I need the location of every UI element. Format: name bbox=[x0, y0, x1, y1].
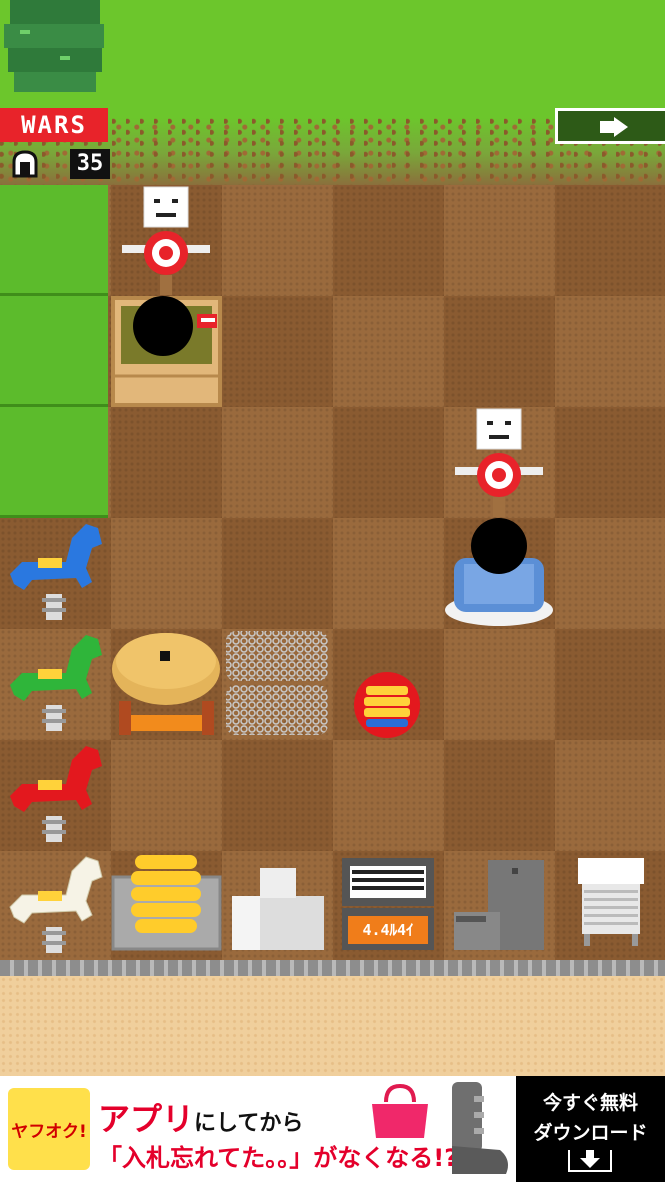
handbag-icon bbox=[372, 1083, 428, 1138]
board-cell[interactable] bbox=[333, 407, 444, 518]
board-cell[interactable] bbox=[555, 518, 665, 629]
stone-rail bbox=[0, 960, 665, 976]
board-cell[interactable] bbox=[222, 185, 333, 296]
target-dummy[interactable] bbox=[116, 185, 216, 295]
ad-logo[interactable]: ヤフオク! bbox=[8, 1088, 90, 1170]
green-side-cell bbox=[0, 185, 108, 296]
board-cell[interactable] bbox=[444, 185, 555, 296]
cta-line1: 今すぐ無料 bbox=[542, 1092, 638, 1114]
chain-net[interactable] bbox=[224, 629, 330, 737]
coin-stack[interactable] bbox=[352, 670, 422, 740]
white-spring-horse[interactable] bbox=[2, 851, 108, 957]
board-cell[interactable] bbox=[111, 407, 222, 518]
board-cell[interactable] bbox=[555, 407, 665, 518]
seated-person-back[interactable] bbox=[444, 514, 555, 628]
board-cell[interactable] bbox=[333, 296, 444, 407]
ad-headline-small: にしてから bbox=[194, 1111, 304, 1136]
board-cell[interactable] bbox=[333, 740, 444, 851]
board-cell[interactable] bbox=[333, 518, 444, 629]
grey-desk[interactable] bbox=[452, 858, 548, 954]
blue-spring-horse[interactable] bbox=[2, 518, 108, 624]
white-stairs[interactable] bbox=[230, 866, 326, 952]
board-cell[interactable] bbox=[111, 518, 222, 629]
board-cell[interactable] bbox=[555, 185, 665, 296]
board-cell[interactable] bbox=[555, 296, 665, 407]
board-cell[interactable] bbox=[111, 740, 222, 851]
board-cell[interactable] bbox=[333, 185, 444, 296]
board-cell[interactable] bbox=[222, 740, 333, 851]
board-cell[interactable] bbox=[222, 407, 333, 518]
green-spring-horse[interactable] bbox=[2, 629, 108, 735]
board-cell[interactable] bbox=[222, 518, 333, 629]
white-shutter-stand[interactable] bbox=[576, 856, 646, 948]
register-machine[interactable]: 4.4ﾙ4ｲ bbox=[340, 856, 436, 952]
green-side-cell bbox=[0, 296, 108, 407]
boot-icon bbox=[452, 1082, 508, 1174]
exit-button[interactable] bbox=[555, 108, 665, 144]
board-cell[interactable] bbox=[555, 740, 665, 851]
target-dummy[interactable] bbox=[449, 407, 549, 517]
mode-badge: WARS bbox=[0, 108, 108, 142]
board-cell[interactable] bbox=[444, 296, 555, 407]
ad-subline: 「入札忘れてた。。」がなくなる!? bbox=[98, 1144, 459, 1172]
board-cell[interactable] bbox=[444, 740, 555, 851]
sand-ground bbox=[0, 976, 665, 1076]
stone-count: 35 bbox=[70, 149, 110, 179]
tree-icon bbox=[0, 0, 108, 105]
coin-stack-on-box[interactable] bbox=[111, 851, 222, 952]
crate-with-black-blob[interactable] bbox=[111, 296, 222, 407]
board-cell[interactable] bbox=[222, 296, 333, 407]
red-spring-horse[interactable] bbox=[2, 740, 108, 846]
exit-arrow-icon bbox=[600, 117, 628, 137]
machine-display-text: 4.4ﾙ4ｲ bbox=[362, 921, 414, 939]
download-button[interactable]: 今すぐ無料 ダウンロード bbox=[516, 1076, 665, 1182]
download-icon bbox=[568, 1150, 612, 1172]
stone-icon bbox=[12, 150, 38, 178]
ad-headline-big: アプリ bbox=[98, 1100, 195, 1138]
board-cell[interactable] bbox=[444, 629, 555, 740]
ad-banner[interactable]: ヤフオク! アプリにしてから 「入札忘れてた。。」がなくなる!? 今すぐ無料 ダ… bbox=[0, 1076, 665, 1182]
green-side-cell bbox=[0, 407, 108, 518]
board-cell[interactable] bbox=[555, 629, 665, 740]
ad-headline: アプリにしてから bbox=[98, 1094, 303, 1140]
round-wooden-table[interactable] bbox=[111, 629, 222, 740]
cta-line2: ダウンロード bbox=[533, 1122, 648, 1144]
